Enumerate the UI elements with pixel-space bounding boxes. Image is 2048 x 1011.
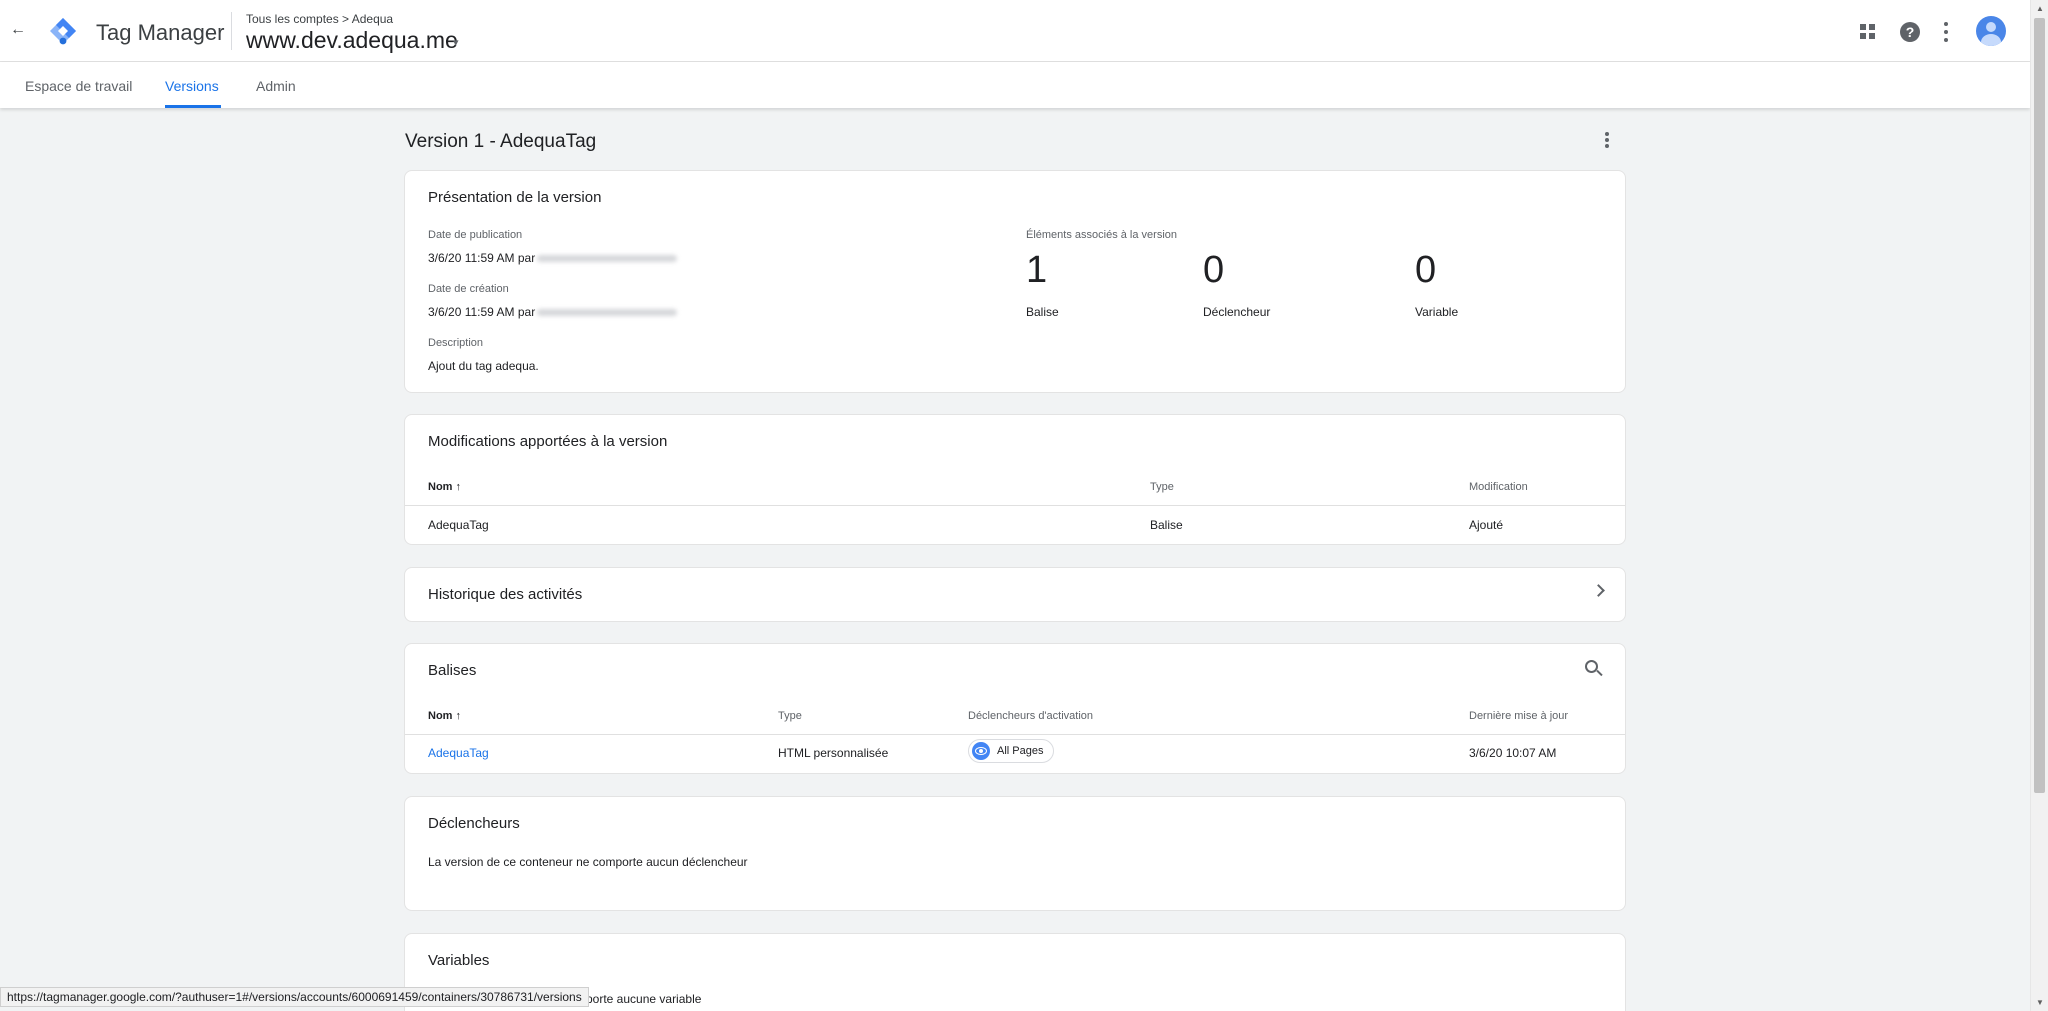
tag-manager-logo-icon (50, 18, 76, 45)
more-vert-icon[interactable] (1942, 20, 1950, 44)
table-row-type: Balise (1150, 518, 1183, 532)
account-avatar-icon[interactable] (1976, 16, 2006, 46)
trigger-chip[interactable]: All Pages (968, 739, 1055, 763)
tag-link-adequatag[interactable]: AdequaTag (428, 746, 489, 760)
variable-count: 0 (1415, 249, 1437, 291)
column-header-triggers[interactable]: Déclencheurs d'activation (968, 710, 1093, 722)
help-icon[interactable]: ? (1900, 22, 1920, 42)
back-arrow-icon[interactable]: ← (10, 22, 26, 38)
creation-date-label: Date de création (428, 283, 509, 295)
publication-date-value: 3/6/20 11:59 AM par (428, 251, 678, 265)
chevron-down-icon[interactable]: ▾ (453, 36, 459, 49)
version-more-vert-icon[interactable] (1604, 130, 1610, 150)
tag-count-label: Balise (1026, 305, 1059, 319)
card-title: Historique des activités (428, 586, 583, 603)
page-scrollbar[interactable]: ▲ ▼ (2030, 0, 2048, 1011)
tab-workspace[interactable]: Espace de travail (25, 78, 132, 94)
publication-date-label: Date de publication (428, 229, 523, 241)
sort-arrow-up-icon: ↑ (455, 710, 462, 722)
tag-count: 1 (1026, 249, 1048, 291)
version-overview-card: Présentation de la version Date de publi… (404, 170, 1626, 393)
header-divider (231, 12, 232, 50)
apps-grid-icon[interactable] (1860, 24, 1876, 40)
column-header-name[interactable]: Nom ↑ (428, 481, 461, 493)
container-selector[interactable]: www.dev.adequa.me (246, 27, 458, 54)
column-header-type[interactable]: Type (778, 710, 802, 722)
card-title: Présentation de la version (428, 189, 602, 206)
triggers-card: Déclencheurs La version de ce conteneur … (404, 796, 1626, 911)
description-label: Description (428, 337, 484, 349)
description-value: Ajout du tag adequa. (428, 359, 539, 373)
tab-admin[interactable]: Admin (256, 78, 296, 94)
tag-type: HTML personnalisée (778, 746, 889, 760)
activity-history-card[interactable]: Historique des activités (404, 567, 1626, 622)
card-title: Déclencheurs (428, 815, 520, 832)
search-icon[interactable] (1585, 660, 1603, 678)
redacted-email (537, 255, 678, 263)
trigger-count-label: Déclencheur (1203, 305, 1271, 319)
version-title: Version 1 - AdequaTag (405, 131, 597, 152)
scroll-down-arrow-icon[interactable]: ▼ (2036, 998, 2044, 1007)
trigger-chip-label: All Pages (997, 745, 1044, 757)
eye-icon (972, 742, 990, 760)
tag-last-updated: 3/6/20 10:07 AM (1469, 746, 1557, 760)
variable-count-label: Variable (1415, 305, 1459, 319)
app-title[interactable]: Tag Manager (96, 20, 224, 46)
card-title: Variables (428, 952, 490, 969)
creation-date-value: 3/6/20 11:59 AM par (428, 305, 678, 319)
version-changes-card: Modifications apportées à la version Nom… (404, 414, 1626, 545)
column-header-modification[interactable]: Modification (1469, 481, 1528, 493)
variables-empty-text: porte aucune variable (586, 992, 702, 1006)
column-header-type[interactable]: Type (1150, 481, 1174, 493)
tags-card: Balises Nom ↑ Type Déclencheurs d'activa… (404, 643, 1626, 774)
browser-status-url: https://tagmanager.google.com/?authuser=… (0, 987, 589, 1007)
breadcrumb[interactable]: Tous les comptes > Adequa (246, 12, 393, 26)
chevron-right-icon (1592, 584, 1605, 597)
elements-label: Éléments associés à la version (1026, 229, 1178, 241)
redacted-email (537, 309, 678, 317)
row-divider (405, 505, 1625, 506)
scroll-up-arrow-icon[interactable]: ▲ (2036, 4, 2044, 13)
sort-arrow-up-icon: ↑ (455, 481, 462, 493)
column-header-name[interactable]: Nom ↑ (428, 710, 461, 722)
main-tabs: Espace de travail Versions Admin (0, 62, 2030, 108)
table-row-name: AdequaTag (428, 518, 489, 532)
tab-versions[interactable]: Versions (165, 78, 219, 94)
app-header: ← Tag Manager Tous les comptes > Adequa … (0, 0, 2030, 62)
trigger-count: 0 (1203, 249, 1225, 291)
column-header-last-updated[interactable]: Dernière mise à jour (1469, 710, 1568, 722)
triggers-empty-text: La version de ce conteneur ne comporte a… (428, 855, 748, 869)
card-title: Balises (428, 662, 477, 679)
active-tab-indicator (165, 105, 221, 108)
scrollbar-thumb[interactable] (2034, 18, 2045, 793)
table-row-modification: Ajouté (1469, 518, 1504, 532)
card-title: Modifications apportées à la version (428, 433, 668, 450)
row-divider (405, 734, 1625, 735)
